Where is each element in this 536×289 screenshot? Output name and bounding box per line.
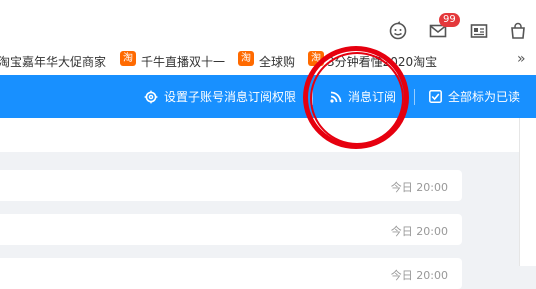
message-toolbar: 设置子账号消息订阅权限 消息订阅 全部标为已读 (0, 75, 536, 118)
notification-badge: 99 (439, 13, 460, 27)
more-bookmarks-icon[interactable]: » (517, 51, 526, 67)
bookmarks-bar: 淘宝嘉年华大促商家 淘 千牛直播双十一 淘 全球购 淘 3分钟看懂2020淘宝 … (0, 50, 536, 72)
message-time: 今日 20:00 (390, 225, 448, 238)
top-bar: 99 淘宝嘉年华大促商家 淘 千牛直播双十一 淘 全球购 淘 3分钟看懂2020… (0, 0, 536, 80)
toolbar-divider (414, 89, 415, 105)
taobao-icon: 淘 (120, 51, 136, 66)
top-icons: 99 (0, 13, 536, 44)
message-card[interactable]: 今日 20:00 (0, 258, 462, 289)
mail-icon[interactable]: 99 (425, 13, 460, 44)
subaccount-permissions-label: 设置子账号消息订阅权限 (164, 90, 297, 104)
message-time: 今日 20:00 (390, 269, 448, 282)
bookmark-item[interactable]: 3分钟看懂2020淘宝 (327, 53, 437, 70)
bookmark-item[interactable]: 全球购 (259, 53, 295, 70)
checkbox-icon (429, 90, 442, 103)
bookmark-item[interactable]: 千牛直播双十一 (141, 53, 225, 70)
toolbar-divider (312, 89, 313, 105)
bookmark-item[interactable]: 淘宝嘉年华大促商家 (0, 53, 106, 70)
id-card-icon[interactable] (466, 18, 492, 44)
message-subscribe-button[interactable]: 消息订阅 (330, 75, 396, 118)
mark-all-read-button[interactable]: 全部标为已读 (429, 75, 520, 118)
mark-all-read-label: 全部标为已读 (448, 90, 521, 104)
message-time: 今日 20:00 (390, 181, 448, 194)
customer-service-icon[interactable] (385, 18, 411, 44)
settings-icon (144, 90, 158, 103)
taobao-icon: 淘 (238, 51, 254, 66)
shopping-bag-icon[interactable] (505, 18, 531, 44)
message-card[interactable]: 今日 20:00 (0, 170, 462, 201)
filter-bar (0, 118, 536, 152)
rss-icon (330, 91, 342, 103)
side-panel (519, 118, 536, 266)
message-subscribe-label: 消息订阅 (348, 90, 397, 104)
subaccount-permissions-button[interactable]: 设置子账号消息订阅权限 (144, 75, 296, 118)
taobao-icon: 淘 (308, 51, 324, 66)
message-card[interactable]: 今日 20:00 (0, 214, 462, 245)
